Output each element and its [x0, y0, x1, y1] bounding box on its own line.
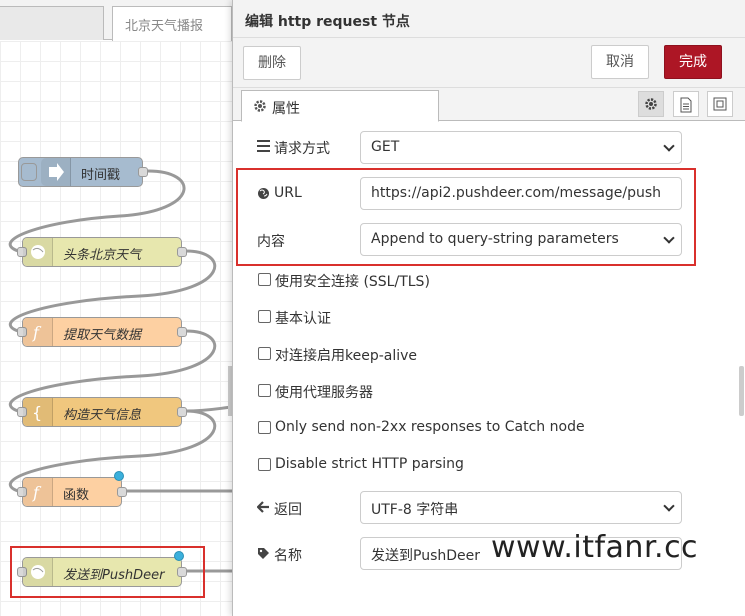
node-label: 函数 [63, 488, 90, 503]
arrow-left-icon [257, 501, 269, 513]
svg-text:{: { [32, 403, 42, 422]
node-label: 头条北京天气 [63, 248, 142, 263]
tab-properties-label: 属性 [272, 101, 300, 117]
node-weather-request[interactable]: 头条北京天气 [17, 237, 187, 267]
workspace-tab-1[interactable] [0, 6, 104, 40]
checkbox[interactable] [258, 384, 271, 397]
checkbox[interactable] [258, 347, 271, 360]
gear-icon [254, 100, 266, 112]
checkbox[interactable] [258, 421, 271, 434]
inject-button[interactable] [21, 163, 37, 181]
checkbox[interactable] [258, 458, 271, 471]
tab-appearance[interactable] [707, 91, 733, 117]
changed-indicator [114, 471, 124, 481]
workspace-tab-label: 北京天气播报 [125, 19, 204, 34]
edit-tray: 编辑 http request 节点 删除 取消 完成 属性 请求方式 GET … [232, 0, 745, 616]
checkbox[interactable] [258, 273, 271, 286]
function-icon: f [23, 478, 53, 506]
workspace-tab-beijing-weather[interactable]: 北京天气播报 [112, 6, 232, 41]
list-icon [257, 140, 270, 152]
tray-tabs: 属性 [233, 88, 745, 122]
node-build-weather[interactable]: { 构造天气信息 [17, 397, 187, 427]
highlight-box-node [10, 546, 205, 598]
globe-icon [258, 188, 269, 199]
svg-text:f: f [32, 483, 42, 502]
watermark: www.itfanr.cc [491, 530, 699, 565]
wire-5[interactable] [185, 405, 232, 413]
frame-icon [713, 97, 727, 111]
globe-icon [23, 238, 53, 266]
url-input[interactable]: https://api2.pushdeer.com/message/push [360, 177, 682, 210]
method-value: GET [371, 139, 400, 155]
output-port[interactable] [177, 327, 187, 337]
payload-select[interactable]: Append to query-string parameters [360, 223, 682, 256]
gear-icon [645, 98, 657, 110]
name-value: 发送到PushDeer [371, 548, 480, 564]
tray-title: 编辑 http request 节点 [245, 14, 410, 30]
return-select[interactable]: UTF-8 字符串 [360, 491, 682, 524]
node-function[interactable]: f 函数 [17, 471, 127, 507]
payload-value: Append to query-string parameters [371, 231, 619, 247]
svg-text:f: f [32, 323, 42, 342]
output-port[interactable] [177, 407, 187, 417]
node-extract-weather[interactable]: f 提取天气数据 [17, 317, 187, 347]
done-button[interactable]: 完成 [664, 45, 722, 79]
flow-workspace: 北京天气播报 时间戳 头条北京天气 f 提取天气数据 {构造天气信息 f 函数… [0, 0, 232, 616]
output-port[interactable] [117, 487, 127, 497]
output-port[interactable] [177, 247, 187, 257]
delete-button[interactable]: 删除 [243, 46, 301, 80]
template-icon: { [23, 398, 53, 426]
arrow-icon [41, 158, 71, 186]
tab-properties[interactable]: 属性 [241, 90, 439, 122]
workspace-tabbar: 北京天气播报 [0, 0, 232, 41]
tag-icon [258, 548, 269, 559]
node-label: 时间戳 [81, 168, 121, 183]
output-port[interactable] [138, 167, 148, 177]
checkbox[interactable] [258, 310, 271, 323]
tab-description[interactable] [673, 91, 699, 117]
method-select[interactable]: GET [360, 131, 682, 164]
node-timestamp[interactable]: 时间戳 [18, 157, 148, 187]
tray-header: 编辑 http request 节点 [233, 0, 745, 38]
url-value: https://api2.pushdeer.com/message/push [371, 185, 662, 201]
cancel-button[interactable]: 取消 [591, 45, 649, 79]
node-label: 构造天气信息 [63, 408, 142, 423]
return-value: UTF-8 字符串 [371, 502, 459, 518]
node-label: 提取天气数据 [63, 328, 142, 343]
tray-scrollbar[interactable] [739, 366, 744, 416]
tray-toolbar: 删除 取消 完成 [233, 38, 745, 88]
properties-form: 请求方式 GET URL https://api2.pushdeer.com/m… [233, 122, 745, 616]
function-icon: f [23, 318, 53, 346]
tab-settings[interactable] [638, 91, 664, 117]
document-icon [680, 97, 692, 113]
